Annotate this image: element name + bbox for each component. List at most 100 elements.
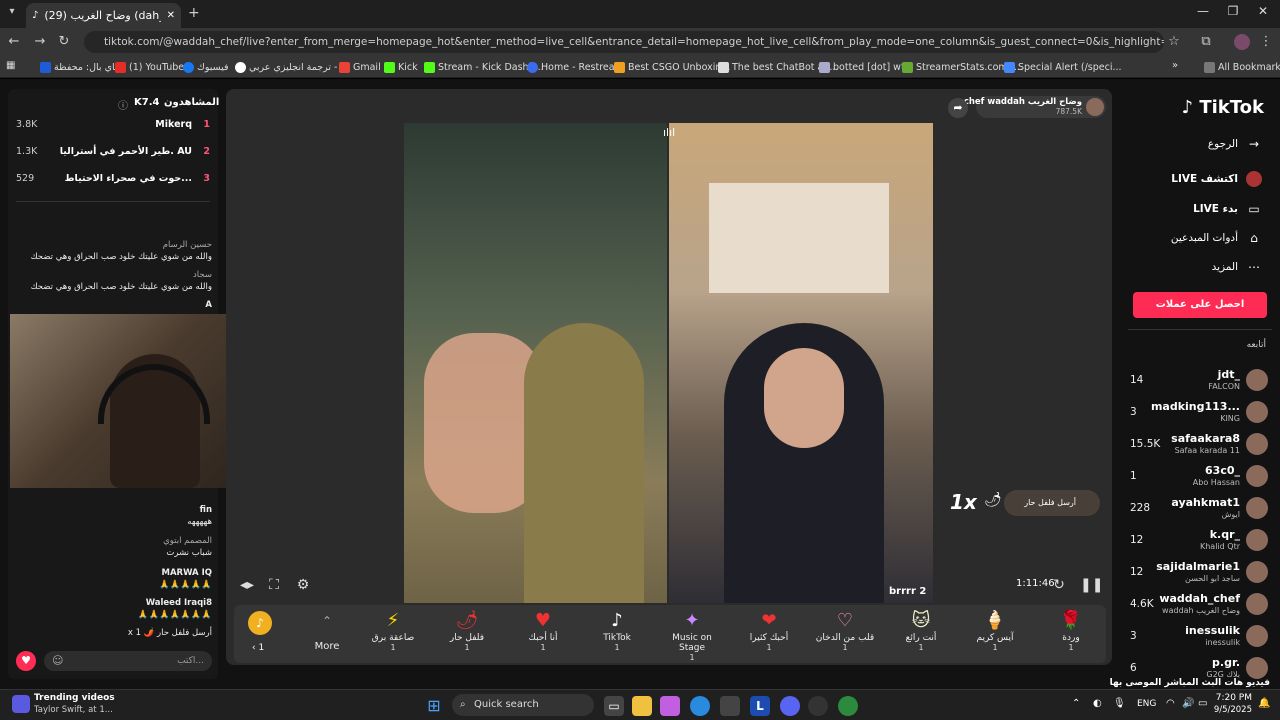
emoji-icon[interactable]: ☺ [52, 654, 63, 667]
profile-avatar[interactable] [1234, 34, 1250, 50]
coin-icon[interactable]: ♪ [248, 611, 272, 635]
trending-title[interactable]: Trending videos [34, 693, 115, 703]
gift-item[interactable]: 🌹 وردة 1 [1040, 609, 1102, 661]
settings-icon[interactable]: ⚙ [294, 576, 312, 594]
clock-time[interactable]: 7:20 PM [1214, 693, 1252, 703]
fullscreen-icon[interactable]: ⛶ [265, 576, 283, 594]
launcher-icon[interactable]: L [750, 696, 770, 716]
gift-item[interactable]: ♥ أنا أحبك 1 [512, 609, 574, 661]
clock-date[interactable]: 9/5/2025 [1210, 705, 1252, 715]
browser-tab[interactable]: ♪ (29) وضاح الغريب (dah_chef@ ✕ [26, 3, 181, 28]
window-close-icon[interactable]: ✕ [1248, 4, 1278, 24]
get-coins-button[interactable]: احصل على عملات [1133, 292, 1267, 318]
maximize-icon[interactable]: ❐ [1218, 4, 1248, 24]
wifi-icon[interactable]: ◠ [1166, 698, 1175, 709]
apps-icon[interactable]: ▦ [6, 60, 15, 71]
gift-item[interactable]: ♪ TikTok 1 [586, 609, 648, 661]
chevron-up-icon[interactable]: ⌃ [1072, 698, 1080, 709]
widgets-icon[interactable] [12, 695, 30, 713]
bookmark-8[interactable]: Best CSGO Unboxin... [614, 60, 730, 74]
heart-icon[interactable]: ♥ [16, 651, 36, 671]
gift-item[interactable]: ♡ قلب من الدخان 1 [814, 609, 876, 661]
top-viewer-row[interactable]: 529 حوت في صحراء الاحتياط... 3 [16, 171, 212, 189]
refresh-icon[interactable]: ↻ [1050, 576, 1068, 594]
gift-item[interactable]: 🌶 فلفل حار 1 [436, 609, 498, 661]
bookmark-4[interactable]: Gmail [339, 60, 381, 74]
avatar [1086, 98, 1104, 116]
windows-start-icon[interactable]: ⊞ [424, 696, 444, 716]
back-icon[interactable]: ← [6, 34, 22, 50]
nav-start-live[interactable]: ▭ بدء LIVE [1193, 198, 1262, 220]
bookmark-7[interactable]: Home - Restream [527, 60, 624, 74]
chevron-right-icon[interactable]: » [1172, 60, 1178, 71]
battery-icon[interactable]: ▭ [1198, 698, 1207, 709]
volume-icon[interactable]: 🔊 [1182, 698, 1194, 709]
host-badge[interactable]: chef waddah وضاح الغريب 787.5K [964, 96, 1106, 118]
edge-icon[interactable] [690, 696, 710, 716]
following-item[interactable]: sajidalmarie1 ساجد ابو الحسن 12 [1128, 559, 1272, 589]
gift-bar: ♪ ‹ 1 ⌃ More ⚡ صاعقة برق 1 🌶 فلفل حار 1 ♥ أنا… [234, 605, 1106, 663]
app-icon[interactable] [808, 696, 828, 716]
following-item[interactable]: ayahkmat1 ايوش 228 [1128, 495, 1272, 525]
language-indicator[interactable]: ENG [1137, 699, 1156, 709]
info-icon[interactable]: ⓘ [118, 97, 128, 112]
bookmark-3[interactable]: ترجمة انجليزي عربي - ... [235, 60, 350, 74]
file-explorer-icon[interactable] [632, 696, 652, 716]
bookmark-star-icon[interactable]: ☆ [1166, 34, 1182, 50]
gift-item[interactable]: 🐱 أنت رائع 1 [890, 609, 952, 661]
taskbar-search[interactable]: Quick search [452, 694, 594, 716]
gift-item[interactable]: 🍦 آيس كريم 1 [964, 609, 1026, 661]
pause-icon[interactable]: ❚❚ [1080, 576, 1103, 594]
chili-icon: 🌶 [984, 492, 1002, 508]
bookmark-0[interactable]: باي بال: محفظة [40, 60, 118, 74]
top-viewer-row[interactable]: 1.3K طير الأحمر في أستراليا. AU 2 [16, 144, 212, 162]
gift-item[interactable]: ❤ أحبك كثيرا 1 [738, 609, 800, 661]
arrow-right-icon: → [1248, 137, 1260, 151]
nav-creator-tools[interactable]: ⌂ أدوات المبدعين [1171, 227, 1262, 249]
discord-icon[interactable] [780, 696, 800, 716]
bookmark-10[interactable]: botted [dot] wtf [819, 60, 908, 74]
following-item[interactable]: k.qr_ Khalid Qtr 12 [1128, 527, 1272, 557]
bookmark-1[interactable]: (1) YouTube [115, 60, 184, 74]
nav-back[interactable]: → الرجوع [1208, 133, 1262, 155]
share-icon[interactable]: ➦ [948, 98, 968, 118]
top-viewer-row[interactable]: 3.8K Mikerq 1 [16, 117, 212, 135]
menu-icon[interactable]: ⋮ [1258, 34, 1274, 50]
new-tab-icon[interactable]: + [188, 5, 200, 21]
chrome-icon[interactable] [838, 696, 858, 716]
reload-icon[interactable]: ↻ [56, 34, 72, 50]
following-item[interactable]: inessulik inessulik 3 [1128, 623, 1272, 653]
nav-more[interactable]: ⋯ المزيد [1212, 256, 1262, 278]
tab-strip: ▾ ♪ (29) وضاح الغريب (dah_chef@ ✕ + — ❐ … [0, 0, 1280, 28]
volume-icon[interactable]: ◂▸ [238, 576, 256, 594]
gift-item[interactable]: ⚡ صاعقة برق 1 [362, 609, 424, 661]
url-field[interactable]: tiktok.com/@waddah_chef/live?enter_from_… [84, 31, 1164, 53]
notification-icon[interactable]: 🔔 [1258, 698, 1270, 709]
following-item[interactable]: safaakara8 Safaa karada 11 15.5K [1128, 431, 1272, 461]
chat-input[interactable]: اكتب... [44, 651, 212, 671]
bookmark-5[interactable]: Kick [384, 60, 418, 74]
copilot-icon[interactable] [660, 696, 680, 716]
following-item[interactable]: 63c0_ Abo Hassan 1 [1128, 463, 1272, 493]
close-icon[interactable]: ✕ [167, 10, 175, 21]
task-view-icon[interactable]: ▭ [604, 696, 624, 716]
bookmark-2[interactable]: فيسبوك [183, 60, 229, 74]
tray-icon[interactable]: ◐ [1093, 698, 1102, 709]
minimize-icon[interactable]: — [1188, 4, 1218, 24]
extensions-icon[interactable]: ⧉ [1198, 34, 1214, 50]
gift-item[interactable]: ✦ Music on Stage 1 [660, 609, 724, 662]
nav-discover-live[interactable]: اكتشف LIVE [1171, 168, 1262, 190]
following-item[interactable]: madking113... KING 3 [1128, 399, 1272, 429]
following-item[interactable]: waddah_chef waddah وضاح الغريب 4.6K [1128, 591, 1272, 621]
store-icon[interactable] [720, 696, 740, 716]
tiktok-logo[interactable]: ♪ TikTok [1182, 97, 1264, 118]
avatar [1246, 433, 1268, 455]
forward-icon[interactable]: → [32, 34, 48, 50]
tab-search-icon[interactable]: ▾ [4, 6, 20, 22]
microphone-icon[interactable]: 🎙 [1113, 698, 1126, 709]
bookmark-6[interactable]: Stream - Kick Dashb... [424, 60, 544, 74]
all-bookmarks[interactable]: All Bookmarks [1204, 60, 1280, 74]
bookmark-12[interactable]: Special Alert (/speci... [1004, 60, 1122, 74]
gift-more-button[interactable]: ⌃ More [296, 609, 358, 661]
following-item[interactable]: jdt_ FALCON 14 [1128, 367, 1272, 397]
